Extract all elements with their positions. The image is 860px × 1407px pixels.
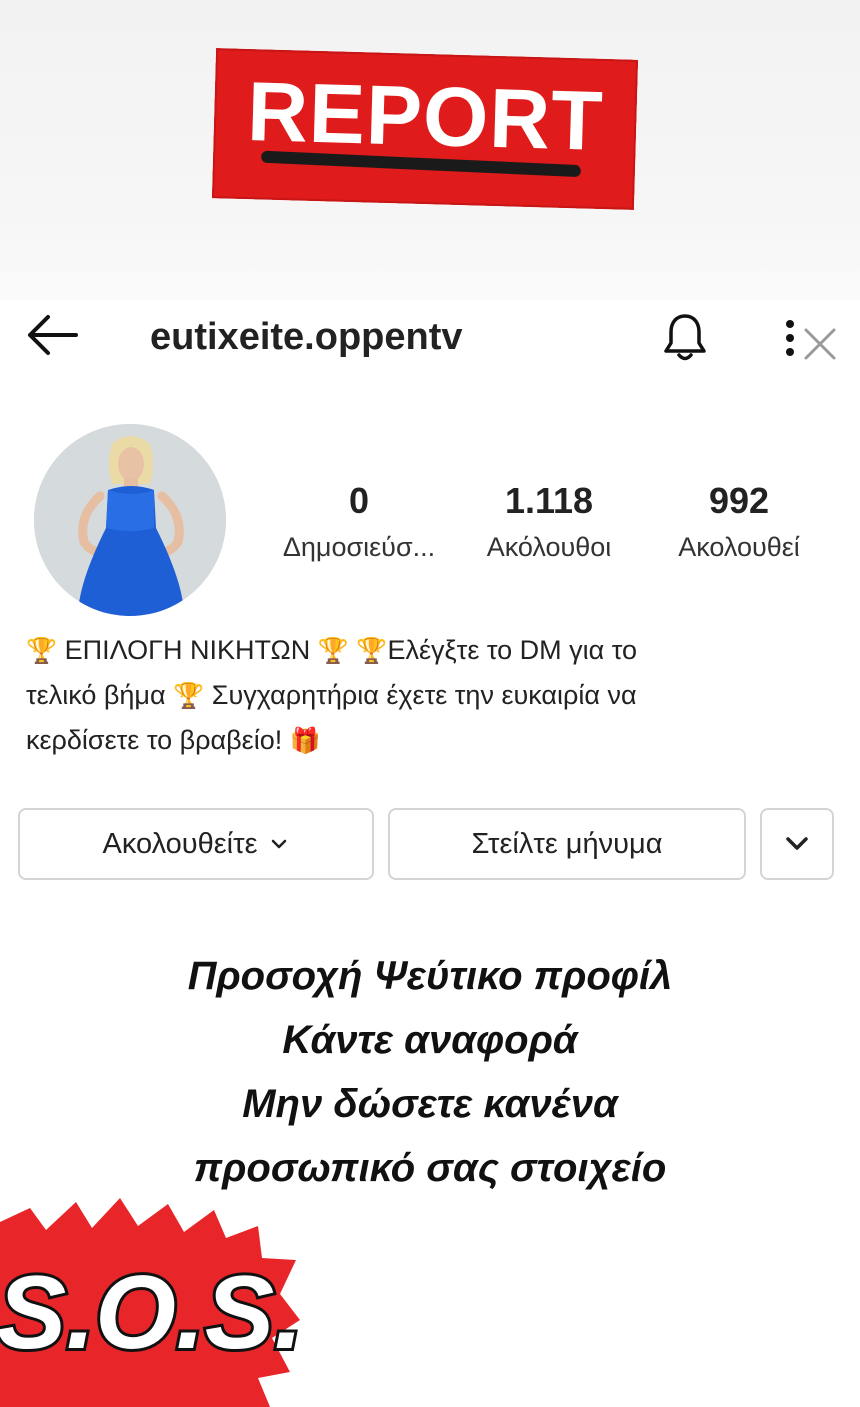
avatar-photo bbox=[34, 424, 226, 616]
profile-bio: 🏆 ΕΠΙΛΟΓΗ ΝΙΚΗΤΩΝ 🏆 🏆Ελέγξτε το DM για τ… bbox=[26, 628, 826, 763]
trophy-icon: 🏆 bbox=[356, 637, 388, 665]
message-button[interactable]: Στείλτε μήνυμα bbox=[388, 808, 746, 880]
gift-icon: 🎁 bbox=[289, 727, 321, 755]
stat-posts[interactable]: 0 Δημοσιεύσ... bbox=[270, 480, 448, 563]
suggestions-button[interactable] bbox=[760, 808, 834, 880]
sos-badge: S.O.S. bbox=[0, 1198, 300, 1407]
bio-line-2: Ελέγξτε το DM για το bbox=[387, 635, 638, 665]
sos-label: S.O.S. bbox=[0, 1255, 300, 1371]
following-label: Ακολουθεί bbox=[678, 532, 800, 562]
warning-line-1: Προσοχή Ψεύτικο προφίλ bbox=[187, 954, 673, 998]
trophy-icon: 🏆 bbox=[317, 637, 349, 665]
followers-count: 1.118 bbox=[504, 480, 594, 521]
bio-line-5: κερδίσετε το βραβείο! bbox=[26, 725, 283, 755]
following-count: 992 bbox=[708, 480, 770, 521]
close-icon[interactable] bbox=[794, 318, 846, 370]
trophy-icon: 🏆 bbox=[173, 682, 205, 710]
bell-icon[interactable] bbox=[658, 310, 712, 364]
following-button-label: Ακολουθείτε bbox=[102, 827, 258, 860]
followers-label: Ακόλουθοι bbox=[486, 532, 612, 562]
bio-line-3: τελικό βήμα bbox=[26, 680, 166, 710]
warning-line-2: Κάντε αναφορά bbox=[282, 1018, 578, 1062]
trophy-icon: 🏆 bbox=[26, 637, 58, 665]
warning-line-3: Μην δώσετε κανένα bbox=[242, 1082, 618, 1126]
posts-count: 0 bbox=[348, 480, 370, 521]
posts-label: Δημοσιεύσ... bbox=[282, 532, 436, 562]
stat-following[interactable]: 992 Ακολουθεί bbox=[650, 480, 828, 563]
message-button-label: Στείλτε μήνυμα bbox=[471, 827, 663, 860]
bio-line-4: Συγχαρητήρια έχετε την ευκαιρία να bbox=[211, 680, 637, 710]
following-button[interactable]: Ακολουθείτε bbox=[18, 808, 374, 880]
report-stamp: REPORT bbox=[211, 48, 639, 210]
back-arrow-icon[interactable] bbox=[22, 310, 82, 360]
fake-profile-warning: Προσοχή Ψεύτικο προφίλ Κάντε αναφορά Μην… bbox=[0, 944, 860, 1200]
warning-line-4: προσωπικό σας στοιχείο bbox=[193, 1146, 667, 1190]
profile-avatar[interactable] bbox=[34, 424, 226, 616]
chevron-down-icon bbox=[271, 839, 286, 849]
chevron-down-icon bbox=[786, 837, 808, 850]
bio-line-1: ΕΠΙΛΟΓΗ ΝΙΚΗΤΩΝ bbox=[64, 635, 311, 665]
profile-username: eutixeite.oppentv bbox=[150, 316, 463, 358]
stat-followers[interactable]: 1.118 Ακόλουθοι bbox=[460, 480, 638, 563]
